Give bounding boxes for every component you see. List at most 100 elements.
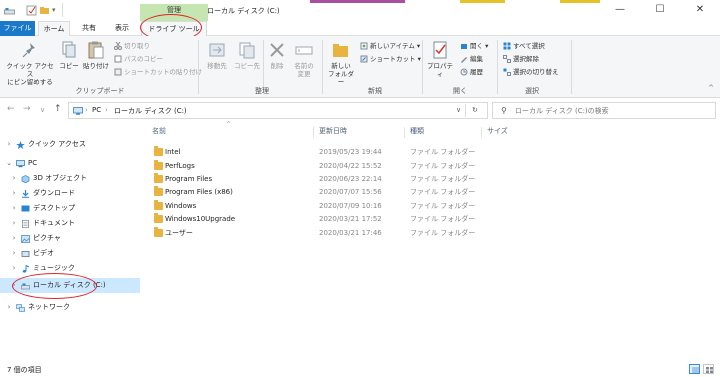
nav-item-network[interactable]: › ネットワーク bbox=[0, 300, 140, 314]
ribbon-divider bbox=[198, 40, 199, 94]
address-bar[interactable]: › PC › ローカル ディスク (C:) ∨ ↻ bbox=[68, 102, 488, 119]
chevron-right-icon[interactable]: › bbox=[6, 137, 12, 151]
nav-item-pictures[interactable]: › ピクチャ bbox=[0, 231, 140, 245]
tab-file[interactable]: ファイル bbox=[0, 21, 35, 36]
large-icons-view-icon[interactable] bbox=[703, 364, 714, 374]
properties-button[interactable]: プロパティ bbox=[425, 40, 455, 78]
title-divider bbox=[62, 3, 63, 17]
select-all-button[interactable]: すべて選択 bbox=[503, 41, 545, 51]
paste-button[interactable]: 貼り付け bbox=[82, 40, 110, 70]
ribbon-divider bbox=[571, 40, 572, 94]
chevron-down-icon[interactable]: ⌄ bbox=[6, 156, 12, 170]
chevron-right-icon[interactable]: › bbox=[6, 300, 12, 314]
search-input[interactable]: ⚲ ローカル ディスク (C:)の検索 bbox=[492, 102, 716, 119]
ribbon: クイック アクセス にピン留めする コピー 貼り付け 切り取り パスのコピー シ… bbox=[0, 36, 720, 98]
open-button[interactable]: 開く ▾ bbox=[460, 41, 488, 51]
nav-item-quick-access[interactable]: › クイック アクセス bbox=[0, 137, 140, 151]
folder-icon bbox=[154, 200, 163, 210]
column-header-date[interactable]: 更新日時 bbox=[319, 126, 347, 139]
tab-home[interactable]: ホーム bbox=[38, 21, 70, 36]
group-label-organize: 整理 bbox=[255, 87, 269, 95]
edit-button[interactable]: 編集 bbox=[460, 54, 483, 64]
properties-icon[interactable] bbox=[26, 5, 37, 16]
chevron-right-icon[interactable]: › bbox=[11, 216, 17, 230]
details-view-icon[interactable] bbox=[689, 364, 700, 374]
breadcrumb-local-disk[interactable]: ローカル ディスク (C:) bbox=[114, 106, 187, 116]
copy-to-button[interactable]: コピー先 bbox=[233, 40, 261, 70]
collapse-ribbon-icon[interactable]: ^ bbox=[708, 84, 714, 92]
address-dropdown-icon[interactable]: ∨ bbox=[456, 106, 461, 114]
file-row[interactable]: Intel 2019/05/23 19:44 ファイル フォルダー bbox=[150, 145, 490, 159]
nav-item-videos[interactable]: › ビデオ bbox=[0, 246, 140, 260]
new-folder-button[interactable]: 新しい フォルダー bbox=[326, 40, 356, 86]
maximize-button[interactable]: ☐ bbox=[640, 0, 680, 21]
nav-item-3d-objects[interactable]: › 3D オブジェクト bbox=[0, 171, 140, 185]
nav-item-documents[interactable]: › ドキュメント bbox=[0, 216, 140, 230]
nav-item-desktop[interactable]: › デスクトップ bbox=[0, 201, 140, 215]
tab-view[interactable]: 表示 bbox=[107, 21, 137, 36]
music-note-icon bbox=[21, 264, 30, 273]
column-header-type[interactable]: 種類 bbox=[410, 126, 424, 139]
refresh-icon[interactable]: ↻ bbox=[472, 106, 478, 114]
nav-item-pc[interactable]: ⌄ PC bbox=[0, 156, 140, 170]
new-item-button[interactable]: 新しいアイテム ▾ bbox=[360, 41, 420, 51]
pin-quick-access-button[interactable]: クイック アクセス にピン留めする bbox=[4, 40, 56, 86]
easy-access-button[interactable]: ショートカット ▾ bbox=[360, 54, 421, 64]
column-header-size[interactable]: サイズ bbox=[487, 126, 508, 139]
move-to-icon bbox=[207, 40, 227, 60]
history-button[interactable]: 履歴 bbox=[460, 67, 483, 77]
chevron-right-icon[interactable]: › bbox=[11, 231, 17, 245]
new-folder-icon[interactable] bbox=[39, 5, 50, 16]
up-arrow-icon[interactable]: ↑ bbox=[54, 104, 62, 114]
select-none-button[interactable]: 選択解除 bbox=[503, 54, 539, 64]
column-divider[interactable] bbox=[404, 127, 405, 138]
ribbon-divider bbox=[322, 40, 323, 94]
file-row[interactable]: Program Files (x86) 2020/07/07 15:56 ファイ… bbox=[150, 185, 490, 199]
address-row: ← → ∨ ↑ › PC › ローカル ディスク (C:) ∨ ↻ ⚲ ローカル… bbox=[0, 100, 720, 121]
chevron-right-icon[interactable]: › bbox=[11, 261, 17, 275]
paste-icon bbox=[86, 40, 106, 60]
breadcrumb-pc[interactable]: PC bbox=[92, 106, 101, 114]
file-row[interactable]: Windows 2020/07/09 10:16 ファイル フォルダー bbox=[150, 199, 490, 213]
folder-icon bbox=[154, 146, 163, 156]
paste-shortcut-button[interactable]: ショートカットの貼り付け bbox=[114, 67, 202, 77]
group-label-clipboard: クリップボード bbox=[75, 87, 125, 95]
rename-button[interactable]: 名前の 変更 bbox=[290, 40, 318, 78]
nav-item-downloads[interactable]: › ダウンロード bbox=[0, 186, 140, 200]
chevron-down-icon: ▾ bbox=[483, 42, 489, 50]
copy-path-button[interactable]: パスのコピー bbox=[114, 54, 163, 64]
chevron-right-icon[interactable]: › bbox=[11, 186, 17, 200]
close-button[interactable]: ✕ bbox=[680, 0, 720, 21]
column-divider[interactable] bbox=[481, 127, 482, 138]
chevron-right-icon[interactable]: › bbox=[11, 201, 17, 215]
file-row[interactable]: Windows10Upgrade 2020/03/21 17:52 ファイル フ… bbox=[150, 212, 490, 226]
ribbon-divider bbox=[422, 40, 423, 94]
shortcut-icon bbox=[360, 55, 368, 63]
pc-icon bbox=[16, 159, 25, 168]
column-divider[interactable] bbox=[313, 127, 314, 138]
delete-button[interactable]: 削除 bbox=[266, 40, 288, 70]
chevron-right-icon[interactable]: › bbox=[11, 246, 17, 260]
column-header-name[interactable]: 名前 bbox=[152, 126, 166, 139]
file-row[interactable]: PerfLogs 2020/04/22 15:52 ファイル フォルダー bbox=[150, 159, 490, 173]
video-icon bbox=[21, 249, 30, 257]
minimize-button[interactable]: — bbox=[600, 0, 640, 21]
copy-button[interactable]: コピー bbox=[58, 40, 80, 70]
sort-caret-icon: ^ bbox=[226, 121, 232, 128]
recent-locations-icon[interactable]: ∨ bbox=[40, 106, 45, 114]
back-arrow-icon[interactable]: ← bbox=[7, 104, 15, 114]
invert-selection-button[interactable]: 選択の切り替え bbox=[503, 67, 559, 77]
nav-item-music[interactable]: › ミュージック bbox=[0, 261, 140, 275]
window-title: ローカル ディスク (C:) bbox=[207, 7, 280, 15]
ribbon-tab-bar: ファイル ホーム 共有 表示 ドライブ ツール bbox=[0, 21, 720, 36]
file-row[interactable]: ユーザー 2020/03/21 17:46 ファイル フォルダー bbox=[150, 226, 490, 240]
accent-strip bbox=[560, 0, 600, 3]
chevron-right-icon[interactable]: › bbox=[11, 171, 17, 185]
file-row[interactable]: Program Files 2020/06/23 22:14 ファイル フォルダ… bbox=[150, 172, 490, 186]
move-to-button[interactable]: 移動先 bbox=[203, 40, 231, 70]
tab-share[interactable]: 共有 bbox=[74, 21, 104, 36]
cut-button[interactable]: 切り取り bbox=[114, 41, 150, 51]
folder-icon bbox=[331, 40, 351, 60]
edit-icon bbox=[460, 55, 468, 63]
forward-arrow-icon[interactable]: → bbox=[23, 104, 31, 114]
